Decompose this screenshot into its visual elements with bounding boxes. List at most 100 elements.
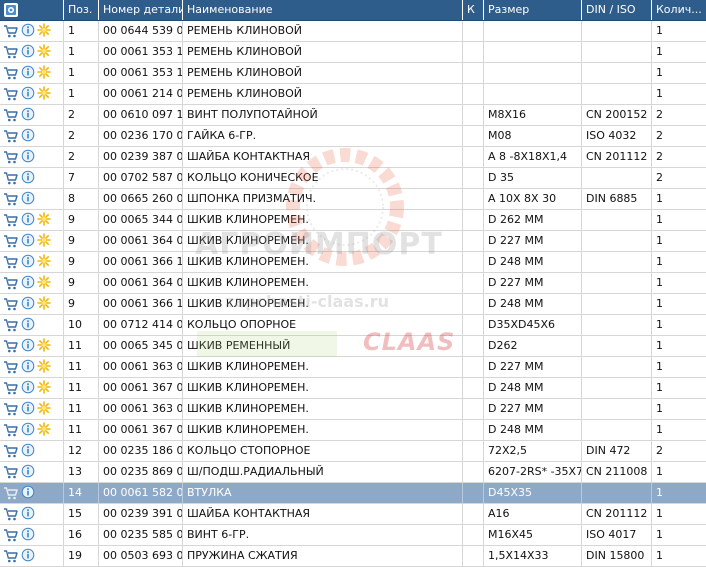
- cart-icon[interactable]: [3, 296, 19, 312]
- cell-pos: 19: [64, 546, 99, 566]
- cell-part-number: 00 0644 539 0: [99, 21, 183, 41]
- info-icon[interactable]: [21, 443, 35, 459]
- table-row[interactable]: 11 00 0061 363 0 ШКИВ КЛИНОРЕМЕН. D 227 MM 1: [0, 357, 706, 378]
- cart-icon[interactable]: [3, 44, 19, 60]
- info-icon[interactable]: [21, 107, 35, 123]
- info-icon[interactable]: [21, 128, 35, 144]
- cart-icon[interactable]: [3, 527, 19, 543]
- cart-icon[interactable]: [3, 317, 19, 333]
- cell-pos: 9: [64, 273, 99, 293]
- column-header-pos[interactable]: Поз.: [64, 0, 99, 20]
- table-row[interactable]: 1 00 0644 539 0 РЕМЕНЬ КЛИНОВОЙ 1: [0, 21, 706, 42]
- table-row[interactable]: 13 00 0235 869 0 Ш/ПОДШ.РАДИАЛЬНЫЙ 6207-2RS…: [0, 462, 706, 483]
- table-row[interactable]: 9 00 0065 344 0 ШКИВ КЛИНОРЕМЕН. D 262 MM 1: [0, 210, 706, 231]
- cell-qty: 1: [656, 423, 663, 436]
- column-header-din-iso[interactable]: DIN / ISO: [582, 0, 652, 20]
- table-row[interactable]: 2 00 0610 097 1 ВИНТ ПОЛУПОТАЙНОЙ M8X16 CN 2…: [0, 105, 706, 126]
- info-icon[interactable]: [21, 275, 35, 291]
- table-row[interactable]: 9 00 0061 364 0 ШКИВ КЛИНОРЕМЕН. D 227 MM 1: [0, 231, 706, 252]
- column-header-name[interactable]: Наименование: [183, 0, 463, 20]
- cart-icon[interactable]: [3, 170, 19, 186]
- info-icon[interactable]: [21, 212, 35, 228]
- info-icon[interactable]: [21, 233, 35, 249]
- table-row[interactable]: 1 00 0061 353 1 РЕМЕНЬ КЛИНОВОЙ 1: [0, 42, 706, 63]
- info-icon[interactable]: [21, 464, 35, 480]
- info-icon[interactable]: [21, 254, 35, 270]
- cart-icon[interactable]: [3, 191, 19, 207]
- table-row[interactable]: 11 00 0061 367 0 ШКИВ КЛИНОРЕМЕН. D 248 MM 1: [0, 420, 706, 441]
- cell-part-number: 00 0061 363 0: [99, 399, 183, 419]
- column-header-part-number[interactable]: Номер детали: [99, 0, 183, 20]
- info-icon[interactable]: [21, 149, 35, 165]
- cart-icon[interactable]: [3, 275, 19, 291]
- info-icon[interactable]: [21, 401, 35, 417]
- info-icon[interactable]: [21, 170, 35, 186]
- info-icon[interactable]: [21, 191, 35, 207]
- cart-icon[interactable]: [3, 401, 19, 417]
- cell-size: D 227 MM: [484, 399, 582, 419]
- cart-icon[interactable]: [3, 65, 19, 81]
- info-icon[interactable]: [21, 338, 35, 354]
- row-actions-cell: [0, 168, 64, 188]
- info-icon[interactable]: [21, 380, 35, 396]
- cart-icon[interactable]: [3, 212, 19, 228]
- info-icon[interactable]: [21, 23, 35, 39]
- cart-icon[interactable]: [3, 254, 19, 270]
- cell-part-number: 00 0065 344 0: [99, 210, 183, 230]
- table-row[interactable]: 2 00 0236 170 0 ГАЙКА 6-ГР. M08 ISO 4032 2: [0, 126, 706, 147]
- column-header-size[interactable]: Размер: [484, 0, 582, 20]
- cell-size: M08: [484, 126, 582, 146]
- cell-pos: 1: [64, 42, 99, 62]
- table-row[interactable]: 11 00 0061 363 0 ШКИВ КЛИНОРЕМЕН. D 227 MM 1: [0, 399, 706, 420]
- info-icon[interactable]: [21, 65, 35, 81]
- info-icon[interactable]: [21, 485, 35, 501]
- info-icon[interactable]: [21, 317, 35, 333]
- table-row[interactable]: 2 00 0239 387 0 ШАЙБА КОНТАКТНАЯ A 8 -8X18X…: [0, 147, 706, 168]
- cart-icon[interactable]: [3, 464, 19, 480]
- table-row[interactable]: 14 00 0061 582 0 ВТУЛКА D45X35 1: [0, 483, 706, 504]
- cart-icon[interactable]: [3, 23, 19, 39]
- table-row[interactable]: 7 00 0702 587 0 КОЛЬЦО КОНИЧЕСКОЕ D 35 2: [0, 168, 706, 189]
- info-icon[interactable]: [21, 548, 35, 564]
- cell-din-iso: [582, 42, 652, 62]
- cart-icon[interactable]: [3, 422, 19, 438]
- info-icon[interactable]: [21, 296, 35, 312]
- info-icon[interactable]: [21, 359, 35, 375]
- info-icon[interactable]: [21, 44, 35, 60]
- table-row[interactable]: 9 00 0061 364 0 ШКИВ КЛИНОРЕМЕН. D 227 MM 1: [0, 273, 706, 294]
- cart-icon[interactable]: [3, 380, 19, 396]
- info-icon[interactable]: [21, 422, 35, 438]
- info-icon[interactable]: [21, 506, 35, 522]
- cell-pos: 7: [64, 168, 99, 188]
- cart-icon[interactable]: [3, 338, 19, 354]
- column-header-qty[interactable]: Колич...: [652, 0, 706, 20]
- table-row[interactable]: 8 00 0665 260 0 ШПОНКА ПРИЗМАТИЧ. A 10X 8X …: [0, 189, 706, 210]
- cart-icon[interactable]: [3, 149, 19, 165]
- table-row[interactable]: 15 00 0239 391 0 ШАЙБА КОНТАКТНАЯ A16 CN 201…: [0, 504, 706, 525]
- table-row[interactable]: 9 00 0061 366 1 ШКИВ КЛИНОРЕМЕН. D 248 MM 1: [0, 252, 706, 273]
- table-row[interactable]: 1 00 0061 353 1 РЕМЕНЬ КЛИНОВОЙ 1: [0, 63, 706, 84]
- table-row[interactable]: 16 00 0235 585 0 ВИНТ 6-ГР. M16X45 ISO 4017 1: [0, 525, 706, 546]
- cell-part-number: 00 0235 869 0: [99, 462, 183, 482]
- cart-icon[interactable]: [3, 359, 19, 375]
- cart-icon[interactable]: [3, 107, 19, 123]
- cart-icon[interactable]: [3, 86, 19, 102]
- cart-icon[interactable]: [3, 443, 19, 459]
- table-row[interactable]: 9 00 0061 366 1 ШКИВ КЛИНОРЕМЕН. D 248 MM 1: [0, 294, 706, 315]
- cart-icon[interactable]: [3, 506, 19, 522]
- table-row[interactable]: 12 00 0235 186 0 КОЛЬЦО СТОПОРНОЕ 72X2,5 DIN…: [0, 441, 706, 462]
- cart-icon[interactable]: [3, 233, 19, 249]
- table-row[interactable]: 10 00 0712 414 0 КОЛЬЦО ОПОРНОЕ D35XD45X6 1: [0, 315, 706, 336]
- cart-icon[interactable]: [3, 485, 19, 501]
- header-select-cell[interactable]: [0, 0, 64, 20]
- table-row[interactable]: 19 00 0503 693 0 ПРУЖИНА СЖАТИЯ 1,5X14X33 DI…: [0, 546, 706, 567]
- table-row[interactable]: 11 00 0065 345 0 ШКИВ РЕМЕННЫЙ D262 1: [0, 336, 706, 357]
- info-icon[interactable]: [21, 527, 35, 543]
- table-row[interactable]: 1 00 0061 214 0 РЕМЕНЬ КЛИНОВОЙ 1: [0, 84, 706, 105]
- cart-icon[interactable]: [3, 548, 19, 564]
- cart-icon[interactable]: [3, 128, 19, 144]
- table-row[interactable]: 11 00 0061 367 0 ШКИВ КЛИНОРЕМЕН. D 248 MM 1: [0, 378, 706, 399]
- column-header-k[interactable]: К: [463, 0, 484, 20]
- grid-settings-icon[interactable]: [3, 2, 19, 18]
- info-icon[interactable]: [21, 86, 35, 102]
